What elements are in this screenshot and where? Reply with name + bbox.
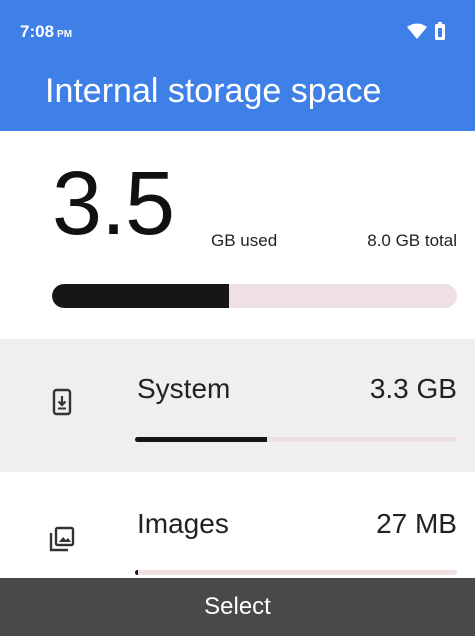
status-time-ampm: PM [57,29,73,40]
status-icons [407,22,445,40]
category-label: System [137,373,231,404]
battery-icon [435,22,445,40]
category-row-system[interactable]: System 3.3 GB [0,339,475,472]
used-unit: GB used [211,231,278,250]
category-usage-fill [135,570,139,575]
category-usage-bar [135,570,457,575]
category-usage-fill [135,437,268,442]
system-update-icon [52,388,72,416]
status-time-value: 7:08 [20,22,55,41]
wifi-icon [407,23,427,39]
category-size: 27 MB [376,508,457,539]
total-label: 8.0 GB total [367,231,457,250]
used-value: 3.5 [52,154,175,254]
select-button[interactable]: Select [0,578,475,636]
total-usage-bar [52,284,457,308]
app-header: 7:08 PM Internal storage space [0,0,475,131]
category-label: Images [137,508,229,539]
category-row-images[interactable]: Images 27 MB [0,472,475,578]
total-usage-fill [52,284,230,308]
images-icon [49,526,75,552]
category-size: 3.3 GB [369,373,457,404]
page-title: Internal storage space [45,72,382,110]
status-time: 7:08 PM [20,22,72,42]
category-usage-bar [135,437,457,442]
select-button-label: Select [204,593,271,620]
storage-summary: 3.5 GB used 8.0 GB total [0,131,475,339]
